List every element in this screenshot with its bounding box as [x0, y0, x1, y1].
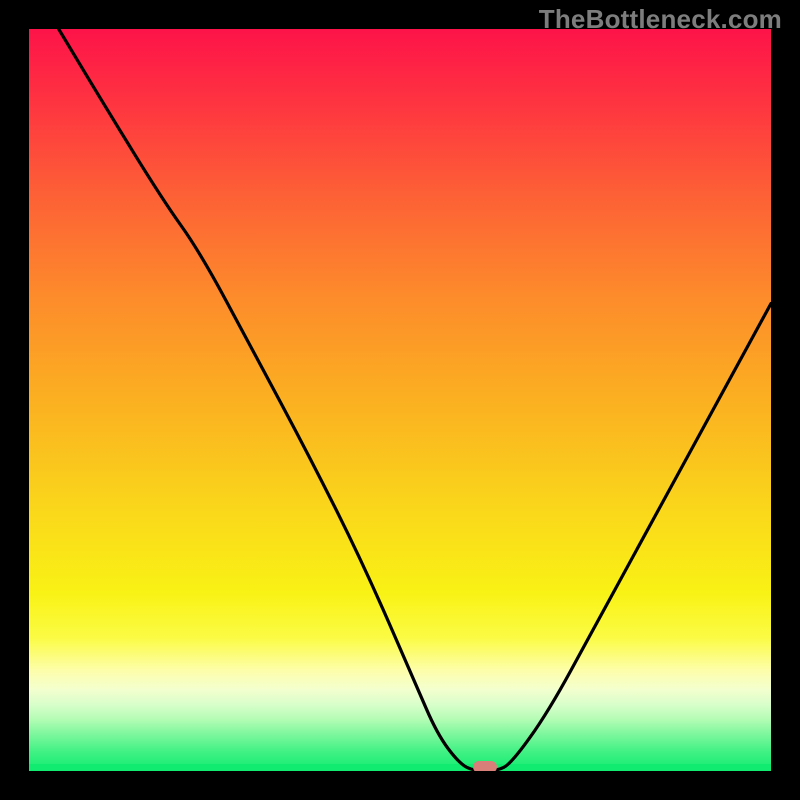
bottleneck-curve — [29, 29, 771, 771]
plot-area — [29, 29, 771, 771]
curve-path — [59, 29, 771, 771]
optimal-point-marker — [473, 761, 497, 771]
chart-frame: TheBottleneck.com — [0, 0, 800, 800]
watermark-text: TheBottleneck.com — [539, 4, 782, 35]
